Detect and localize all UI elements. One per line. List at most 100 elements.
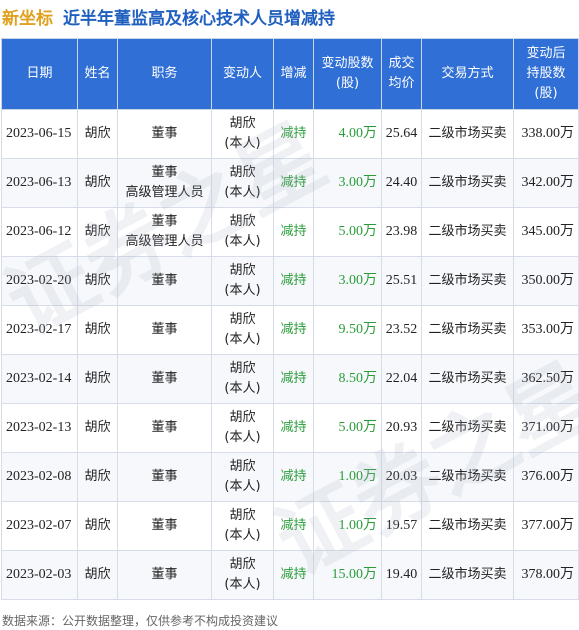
column-header[interactable]: 姓名 <box>77 38 118 110</box>
method-cell: 二级市场买卖 <box>421 354 514 404</box>
direction-cell: 减持 <box>273 403 314 453</box>
method-cell: 二级市场买卖 <box>421 501 514 551</box>
price-cell: 24.40 <box>381 158 422 208</box>
date-cell: 2023-02-14 <box>1 354 78 404</box>
holding-after-cell: 350.00万 <box>513 256 579 306</box>
position-cell: 董事 <box>117 354 212 404</box>
table-row: 2023-02-14 胡欣 董事 胡欣 (本人) 减持 8.50万 22.04 二级市场买卖 36… <box>1 354 579 404</box>
price-cell: 20.93 <box>381 403 422 453</box>
position-cell: 董事 <box>117 305 212 355</box>
name-cell: 胡欣 <box>77 207 118 257</box>
position-cell: 董事 <box>117 501 212 551</box>
name-cell: 胡欣 <box>77 354 118 404</box>
name-cell: 胡欣 <box>77 501 118 551</box>
price-cell: 23.98 <box>381 207 422 257</box>
page-title: 近半年董监高及核心技术人员增减持 <box>63 8 335 29</box>
direction-cell: 减持 <box>273 256 314 306</box>
name-cell: 胡欣 <box>77 256 118 306</box>
position-cell: 董事 <box>117 109 212 159</box>
column-header[interactable]: 变动人 <box>211 38 274 110</box>
position-cell: 董事 高级管理人员 <box>117 158 212 208</box>
position-cell: 董事 <box>117 403 212 453</box>
changer-cell: 胡欣 (本人) <box>211 403 274 453</box>
direction-cell: 减持 <box>273 452 314 502</box>
holding-after-cell: 376.00万 <box>513 452 579 502</box>
table-row: 2023-06-15 胡欣 董事 胡欣 (本人) 减持 4.00万 25.64 二级市场买卖 33… <box>1 109 579 159</box>
holding-after-cell: 338.00万 <box>513 109 579 159</box>
holding-after-cell: 362.50万 <box>513 354 579 404</box>
method-cell: 二级市场买卖 <box>421 403 514 453</box>
price-cell: 20.03 <box>381 452 422 502</box>
amount-cell: 1.00万 <box>313 452 382 502</box>
table-row: 2023-02-17 胡欣 董事 胡欣 (本人) 减持 9.50万 23.52 二级市场买卖 35… <box>1 305 579 355</box>
price-cell: 19.40 <box>381 550 422 600</box>
position-cell: 董事 高级管理人员 <box>117 207 212 257</box>
method-cell: 二级市场买卖 <box>421 452 514 502</box>
amount-cell: 1.00万 <box>313 501 382 551</box>
position-cell: 董事 <box>117 452 212 502</box>
direction-cell: 减持 <box>273 305 314 355</box>
price-cell: 25.64 <box>381 109 422 159</box>
changer-cell: 胡欣 (本人) <box>211 109 274 159</box>
changer-cell: 胡欣 (本人) <box>211 354 274 404</box>
table-row: 2023-02-08 胡欣 董事 胡欣 (本人) 减持 1.00万 20.03 二级市场买卖 37… <box>1 452 579 502</box>
column-header[interactable]: 成交 均价 <box>381 38 422 110</box>
name-cell: 胡欣 <box>77 109 118 159</box>
date-cell: 2023-06-12 <box>1 207 78 257</box>
direction-cell: 减持 <box>273 207 314 257</box>
amount-cell: 8.50万 <box>313 354 382 404</box>
method-cell: 二级市场买卖 <box>421 207 514 257</box>
amount-cell: 4.00万 <box>313 109 382 159</box>
table-row: 2023-02-20 胡欣 董事 胡欣 (本人) 减持 3.00万 25.51 二级市场买卖 35… <box>1 256 579 306</box>
amount-cell: 3.00万 <box>313 158 382 208</box>
price-cell: 23.52 <box>381 305 422 355</box>
holding-after-cell: 342.00万 <box>513 158 579 208</box>
changer-cell: 胡欣 (本人) <box>211 256 274 306</box>
changer-cell: 胡欣 (本人) <box>211 158 274 208</box>
date-cell: 2023-02-03 <box>1 550 78 600</box>
name-cell: 胡欣 <box>77 452 118 502</box>
holding-after-cell: 377.00万 <box>513 501 579 551</box>
column-header[interactable]: 日期 <box>1 38 78 110</box>
column-header[interactable]: 变动股数 (股) <box>313 38 382 110</box>
holding-after-cell: 345.00万 <box>513 207 579 257</box>
changer-cell: 胡欣 (本人) <box>211 550 274 600</box>
holding-after-cell: 371.00万 <box>513 403 579 453</box>
direction-cell: 减持 <box>273 501 314 551</box>
holding-change-table: 日期 姓名 职务 变动人 增减 变动股数 (股) 成交 均价 交易方式 变动后 持股数 (股) 2023… <box>1 38 579 600</box>
stock-name[interactable]: 新坐标 <box>2 4 53 29</box>
method-cell: 二级市场买卖 <box>421 109 514 159</box>
direction-cell: 减持 <box>273 158 314 208</box>
price-cell: 19.57 <box>381 501 422 551</box>
table-row: 2023-06-13 胡欣 董事 高级管理人员 胡欣 (本人) 减持 3.00万 24.40 二级… <box>1 158 579 208</box>
column-header[interactable]: 变动后 持股数 (股) <box>513 38 579 110</box>
table-row: 2023-02-07 胡欣 董事 胡欣 (本人) 减持 1.00万 19.57 二级市场买卖 37… <box>1 501 579 551</box>
price-cell: 22.04 <box>381 354 422 404</box>
date-cell: 2023-02-07 <box>1 501 78 551</box>
name-cell: 胡欣 <box>77 403 118 453</box>
amount-cell: 5.00万 <box>313 207 382 257</box>
method-cell: 二级市场买卖 <box>421 256 514 306</box>
method-cell: 二级市场买卖 <box>421 305 514 355</box>
date-cell: 2023-02-20 <box>1 256 78 306</box>
amount-cell: 9.50万 <box>313 305 382 355</box>
name-cell: 胡欣 <box>77 305 118 355</box>
date-cell: 2023-02-08 <box>1 452 78 502</box>
amount-cell: 15.00万 <box>313 550 382 600</box>
changer-cell: 胡欣 (本人) <box>211 305 274 355</box>
direction-cell: 减持 <box>273 354 314 404</box>
date-cell: 2023-06-13 <box>1 158 78 208</box>
holding-after-cell: 353.00万 <box>513 305 579 355</box>
data-source-note: 数据来源：公开数据整理，仅供参考不构成投资建议 <box>2 614 279 628</box>
direction-cell: 减持 <box>273 550 314 600</box>
name-cell: 胡欣 <box>77 158 118 208</box>
column-header[interactable]: 交易方式 <box>421 38 514 110</box>
changer-cell: 胡欣 (本人) <box>211 501 274 551</box>
column-header[interactable]: 增减 <box>273 38 314 110</box>
position-cell: 董事 <box>117 256 212 306</box>
date-cell: 2023-02-17 <box>1 305 78 355</box>
method-cell: 二级市场买卖 <box>421 550 514 600</box>
direction-cell: 减持 <box>273 109 314 159</box>
column-header[interactable]: 职务 <box>117 38 212 110</box>
name-cell: 胡欣 <box>77 550 118 600</box>
